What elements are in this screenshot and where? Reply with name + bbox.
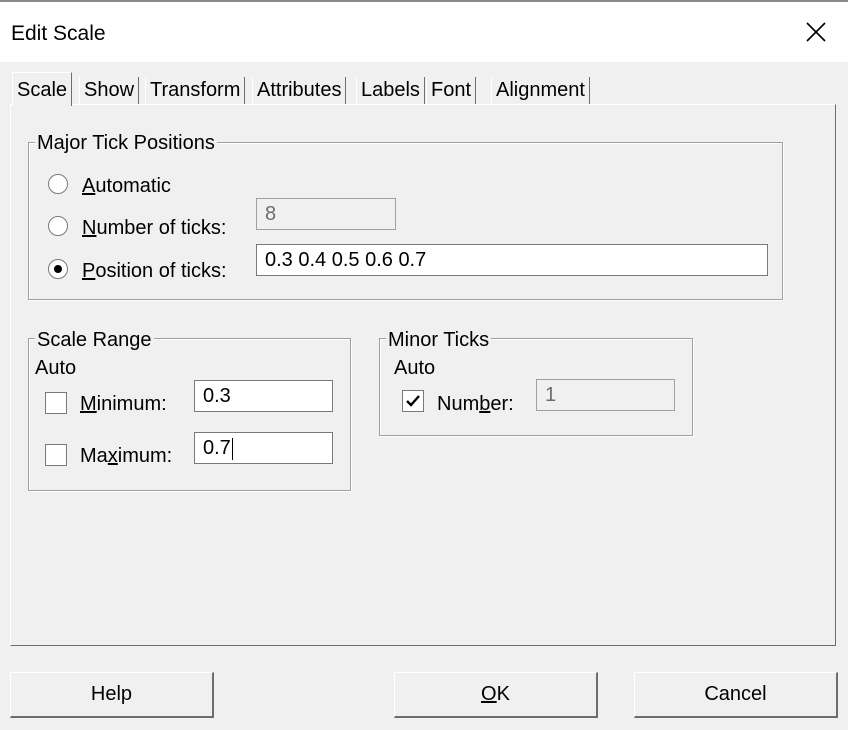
minor-ticks-auto-label: Auto <box>394 357 436 379</box>
tab-transform[interactable]: Transform <box>145 77 246 104</box>
maximum-label: Maximum: <box>80 445 173 467</box>
major-tick-positions-label: Major Tick Positions <box>35 132 217 154</box>
checkmark-icon <box>406 395 420 407</box>
maximum-input-value: 0.7 <box>203 437 231 459</box>
tab-attributes[interactable]: Attributes <box>252 77 347 104</box>
close-icon <box>806 22 826 42</box>
position-of-ticks-label: Position of ticks: <box>82 260 227 282</box>
maximum-input[interactable]: 0.7 <box>194 432 333 464</box>
minimum-input[interactable]: 0.3 <box>194 380 333 412</box>
number-of-ticks-radio[interactable] <box>48 216 68 236</box>
window-title: Edit Scale <box>11 22 106 45</box>
tab-labels[interactable]: Labels <box>356 77 425 104</box>
ok-button[interactable]: OK <box>394 672 598 718</box>
minimum-label: Minimum: <box>80 393 167 415</box>
scale-range-auto-label: Auto <box>35 357 77 379</box>
number-of-ticks-label: Number of ticks: <box>82 217 227 239</box>
minor-number-label: Number: <box>437 393 514 415</box>
cancel-button[interactable]: Cancel <box>634 672 838 718</box>
scale-range-label: Scale Range <box>35 329 154 351</box>
close-button[interactable] <box>792 10 840 54</box>
number-of-ticks-input[interactable]: 8 <box>256 198 396 230</box>
maximum-auto-checkbox[interactable] <box>45 444 67 466</box>
tab-show[interactable]: Show <box>79 77 140 104</box>
position-of-ticks-input[interactable]: 0.3 0.4 0.5 0.6 0.7 <box>256 244 768 276</box>
minor-ticks-label: Minor Ticks <box>386 329 492 351</box>
scale-range-group <box>28 338 351 491</box>
minimum-auto-checkbox[interactable] <box>45 392 67 414</box>
title-bar: Edit Scale <box>0 0 848 62</box>
radio-selected-dot <box>54 265 62 273</box>
minor-number-auto-checkbox[interactable] <box>402 390 424 412</box>
automatic-radio[interactable] <box>48 174 68 194</box>
help-button[interactable]: Help <box>10 672 214 718</box>
tab-scale[interactable]: Scale <box>12 72 73 106</box>
tab-font[interactable]: Font <box>426 77 477 104</box>
automatic-label: Automatic <box>82 175 171 197</box>
minor-number-input[interactable]: 1 <box>536 379 675 411</box>
text-caret <box>231 437 233 460</box>
tab-alignment[interactable]: Alignment <box>491 77 590 104</box>
position-of-ticks-radio[interactable] <box>48 259 68 279</box>
